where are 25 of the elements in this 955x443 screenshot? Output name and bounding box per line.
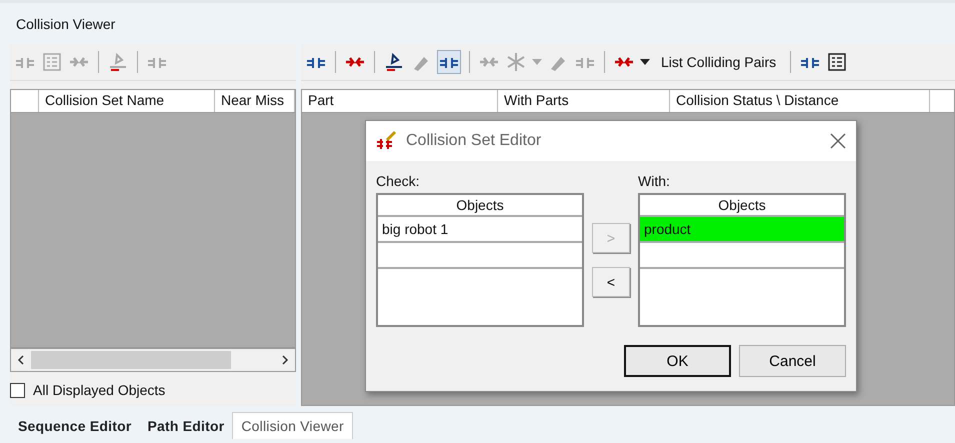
dialog-title: Collision Set Editor xyxy=(406,132,542,150)
dialog-button[interactable]: OK xyxy=(624,345,731,377)
checkbox-label: All Displayed Objects xyxy=(33,382,166,398)
toolbar-icon[interactable] xyxy=(383,51,405,73)
collision-set-icon xyxy=(376,130,398,152)
dropdown-caret-icon[interactable] xyxy=(640,59,650,65)
list-colliding-pairs-button[interactable]: List Colliding Pairs xyxy=(655,54,782,70)
list-label: With: xyxy=(638,173,671,189)
list-row[interactable]: big robot 1 xyxy=(378,217,582,243)
tab[interactable]: Sequence Editor xyxy=(10,413,140,439)
tab[interactable]: Collision Viewer xyxy=(232,412,353,439)
object-list[interactable]: Objects big robot 1 xyxy=(376,193,584,327)
tab[interactable]: Path Editor xyxy=(139,413,232,439)
checkbox[interactable] xyxy=(10,382,25,398)
scroll-left-icon[interactable] xyxy=(17,355,25,365)
move-button[interactable]: < xyxy=(592,267,630,297)
scroll-right-icon[interactable] xyxy=(281,355,289,365)
horizontal-scrollbar[interactable] xyxy=(10,348,296,372)
list-label: Check: xyxy=(376,173,421,189)
panel-title: Collision Viewer xyxy=(16,16,116,32)
object-list[interactable]: Objects product xyxy=(638,193,846,327)
list-row[interactable]: product xyxy=(640,217,844,243)
dialog-button[interactable]: Cancel xyxy=(739,345,846,377)
toolbar-icon[interactable] xyxy=(826,51,848,73)
close-icon[interactable] xyxy=(830,133,846,149)
